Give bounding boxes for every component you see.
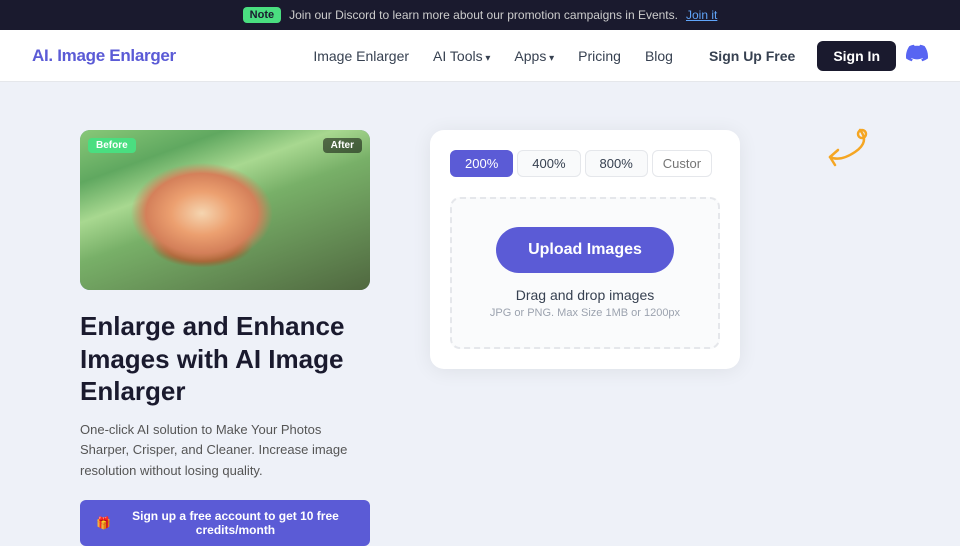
upload-card: 200% 400% 800% Upload Images Drag and dr… bbox=[430, 130, 740, 369]
note-badge: Note bbox=[243, 7, 281, 23]
free-account-button[interactable]: 🎁 Sign up a free account to get 10 free … bbox=[80, 500, 370, 546]
image-compare: Before After bbox=[80, 130, 370, 290]
notification-link[interactable]: Join it bbox=[686, 8, 717, 22]
hero-description: One-click AI solution to Make Your Photo… bbox=[80, 420, 370, 482]
free-account-label: Sign up a free account to get 10 free cr… bbox=[117, 509, 354, 537]
nav-pricing[interactable]: Pricing bbox=[578, 48, 621, 64]
notification-bar: Note Join our Discord to learn more abou… bbox=[0, 0, 960, 30]
nav-blog[interactable]: Blog bbox=[645, 48, 673, 64]
zoom-200-button[interactable]: 200% bbox=[450, 150, 513, 177]
arrow-annotation bbox=[790, 122, 870, 182]
drag-drop-text: Drag and drop images bbox=[472, 287, 698, 303]
right-column: 200% 400% 800% Upload Images Drag and dr… bbox=[430, 130, 880, 369]
zoom-controls: 200% 400% 800% bbox=[450, 150, 720, 177]
after-badge: After bbox=[323, 138, 362, 153]
upload-button[interactable]: Upload Images bbox=[496, 227, 674, 273]
signin-button[interactable]: Sign In bbox=[817, 41, 896, 71]
zoom-custom-input[interactable] bbox=[652, 150, 712, 177]
upload-hint-text: JPG or PNG. Max Size 1MB or 1200px bbox=[472, 307, 698, 319]
main-content: Before After Enlarge and Enhance Images … bbox=[0, 82, 960, 546]
zoom-400-button[interactable]: 400% bbox=[517, 150, 580, 177]
signup-button[interactable]: Sign Up Free bbox=[697, 42, 807, 70]
gift-icon: 🎁 bbox=[96, 516, 111, 530]
before-badge: Before bbox=[88, 138, 136, 153]
upload-area: Upload Images Drag and drop images JPG o… bbox=[450, 197, 720, 349]
logo: AI. Image Enlarger bbox=[32, 46, 176, 66]
main-nav: Image Enlarger AI Tools Apps Pricing Blo… bbox=[313, 48, 673, 64]
header: AI. Image Enlarger Image Enlarger AI Too… bbox=[0, 30, 960, 82]
left-column: Before After Enlarge and Enhance Images … bbox=[80, 130, 370, 546]
hero-title: Enlarge and Enhance Images with AI Image… bbox=[80, 310, 370, 408]
nav-image-enlarger[interactable]: Image Enlarger bbox=[313, 48, 409, 64]
zoom-800-button[interactable]: 800% bbox=[585, 150, 648, 177]
discord-icon[interactable] bbox=[906, 42, 928, 70]
header-actions: Sign Up Free Sign In bbox=[697, 41, 928, 71]
nav-ai-tools[interactable]: AI Tools bbox=[433, 48, 490, 64]
notification-text: Join our Discord to learn more about our… bbox=[289, 8, 678, 22]
nav-apps[interactable]: Apps bbox=[514, 48, 554, 64]
